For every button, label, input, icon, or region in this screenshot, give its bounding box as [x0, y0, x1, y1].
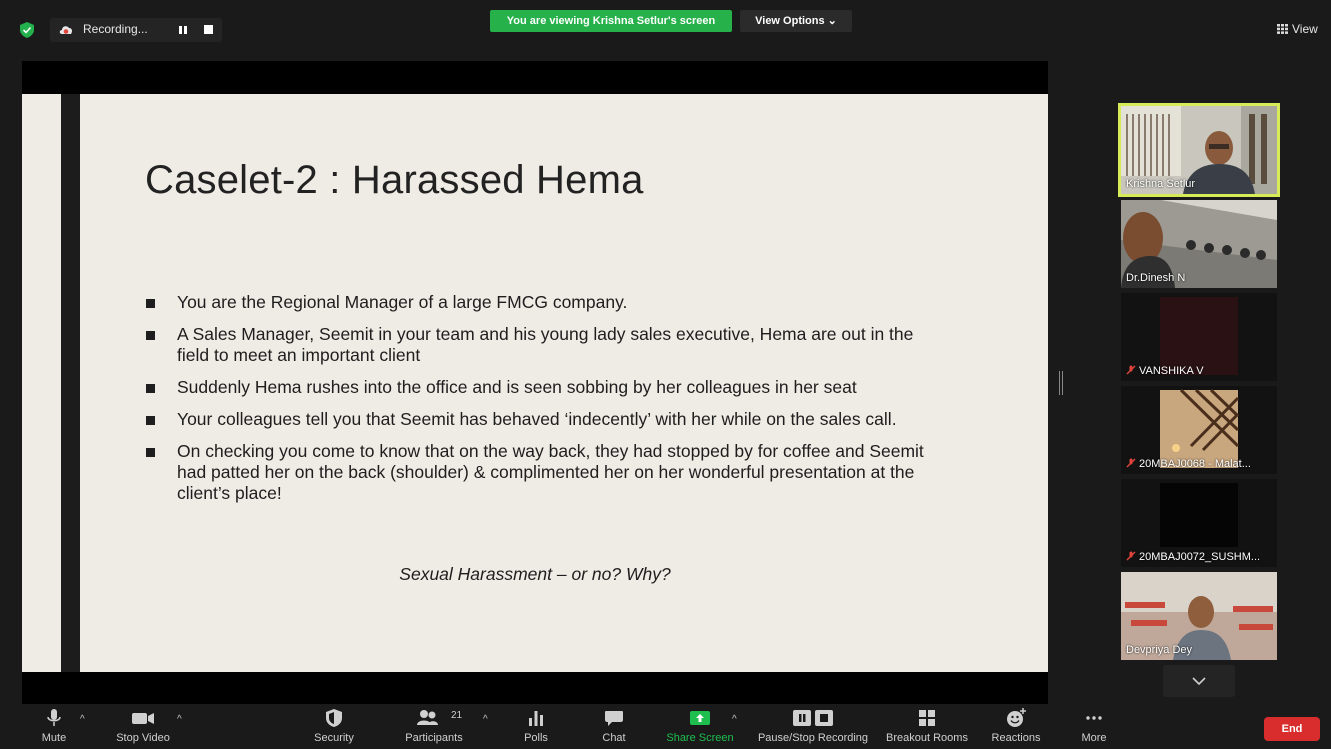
video-options-caret-icon[interactable]: ^	[177, 714, 182, 725]
slide-bullet: You are the Regional Manager of a large …	[145, 292, 945, 313]
chat-button[interactable]: Chat	[596, 708, 632, 744]
cloud-recording-icon	[59, 26, 73, 34]
share-options-caret-icon[interactable]: ^	[732, 714, 737, 725]
mic-muted-icon	[1126, 365, 1136, 375]
bullet-square-icon	[146, 299, 155, 308]
mic-muted-icon	[1126, 551, 1136, 561]
more-button[interactable]: More	[1076, 708, 1112, 744]
breakout-rooms-icon	[919, 710, 935, 726]
emoji-reaction-icon	[1007, 708, 1026, 727]
share-screen-arrow-icon	[690, 711, 710, 725]
presentation-slide: Caselet-2 : Harassed Hema You are the Re…	[22, 94, 1048, 672]
audio-options-caret-icon[interactable]: ^	[80, 714, 85, 725]
panel-resize-handle[interactable]	[1059, 371, 1063, 395]
slide-bullet-list: You are the Regional Manager of a large …	[145, 292, 945, 515]
security-button[interactable]: Security	[306, 708, 362, 744]
video-tile[interactable]: 20MBAJ0072_SUSHM...	[1121, 479, 1277, 567]
bullet-square-icon	[146, 448, 155, 457]
participant-name: 20MBAJ0068 - Malat...	[1126, 458, 1251, 470]
stop-recording-icon[interactable]	[204, 25, 213, 34]
meeting-top-bar: Recording... You are viewing Krishna Set…	[0, 0, 1331, 48]
more-dots-icon	[1086, 716, 1102, 720]
pause-recording-icon[interactable]	[178, 25, 188, 35]
slide-title: Caselet-2 : Harassed Hema	[145, 158, 644, 202]
video-camera-icon	[132, 713, 154, 724]
share-screen-button[interactable]: Share Screen	[664, 708, 736, 744]
mic-muted-icon	[1126, 458, 1136, 468]
shared-screen[interactable]: Caselet-2 : Harassed Hema You are the Re…	[22, 61, 1048, 704]
bullet-square-icon	[146, 416, 155, 425]
slide-accent-bar	[61, 94, 80, 672]
encryption-shield-icon[interactable]	[20, 22, 34, 38]
slide-question: Sexual Harassment – or no? Why?	[399, 564, 671, 584]
stop-video-button[interactable]: Stop Video	[112, 708, 174, 744]
bullet-square-icon	[146, 384, 155, 393]
view-layout-button[interactable]: View	[1277, 22, 1318, 36]
participant-name: Devpriya Dey	[1126, 644, 1193, 656]
participants-options-caret-icon[interactable]: ^	[483, 714, 488, 725]
slide-bullet: Your colleagues tell you that Seemit has…	[145, 409, 945, 430]
participant-name: VANSHIKA V	[1126, 365, 1204, 377]
breakout-rooms-button[interactable]: Breakout Rooms	[884, 708, 970, 744]
mute-button[interactable]: Mute	[34, 708, 74, 744]
chat-bubble-icon	[605, 711, 623, 726]
gallery-scroll-down-button[interactable]	[1163, 665, 1235, 697]
bullet-square-icon	[146, 331, 155, 340]
video-tile[interactable]: Krishna Setlur	[1118, 103, 1280, 197]
reactions-button[interactable]: Reactions	[988, 708, 1044, 744]
slide-bullet: Suddenly Hema rushes into the office and…	[145, 377, 945, 398]
recording-label: Recording...	[83, 22, 148, 36]
participant-name: 20MBAJ0072_SUSHM...	[1126, 551, 1260, 563]
video-tile[interactable]: Dr.Dinesh N	[1121, 200, 1277, 288]
microphone-icon	[47, 709, 61, 726]
viewing-screen-banner: You are viewing Krishna Setlur's screen	[490, 10, 732, 32]
video-tile[interactable]: 20MBAJ0068 - Malat...	[1121, 386, 1277, 474]
shield-icon	[326, 709, 342, 727]
participants-count: 21	[451, 710, 463, 721]
meeting-toolbar: Mute ^ Stop Video ^ Security Participant…	[0, 704, 1331, 749]
pause-stop-recording-button[interactable]: Pause/Stop Recording	[754, 708, 872, 744]
recording-indicator: Recording...	[50, 18, 222, 42]
polls-button[interactable]: Polls	[518, 708, 554, 744]
chevron-down-icon	[1192, 677, 1206, 686]
pause-stop-icon	[793, 710, 833, 726]
view-label: View	[1292, 22, 1318, 36]
slide-bullet: On checking you come to know that on the…	[145, 441, 945, 504]
view-options-button[interactable]: View Options ⌄	[740, 10, 852, 32]
slide-bullet: A Sales Manager, Seemit in your team and…	[145, 324, 945, 366]
participant-name: Dr.Dinesh N	[1126, 272, 1186, 284]
participant-name: Krishna Setlur	[1126, 178, 1196, 190]
grid-icon	[1277, 24, 1288, 34]
video-tile[interactable]: VANSHIKA V	[1121, 293, 1277, 381]
video-tile[interactable]: Devpriya Dey	[1121, 572, 1277, 660]
polls-bar-chart-icon	[529, 711, 543, 726]
end-meeting-button[interactable]: End	[1264, 717, 1320, 741]
